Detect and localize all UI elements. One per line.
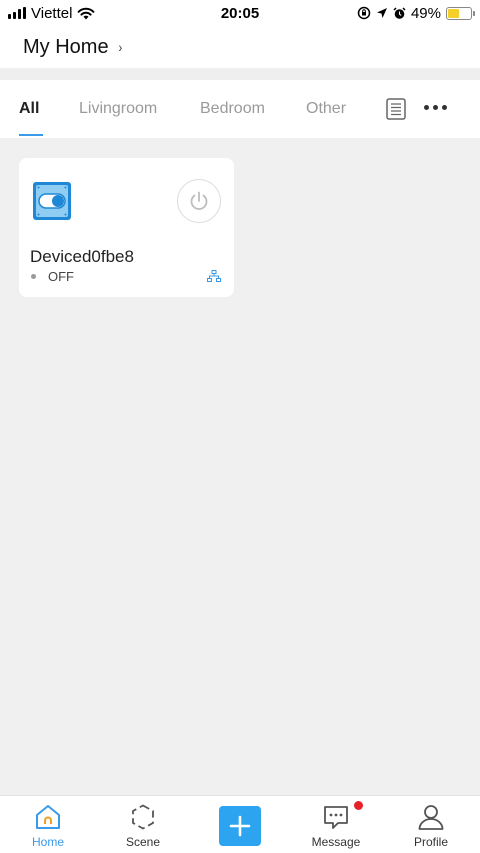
nav-profile-label: Profile bbox=[413, 835, 448, 849]
message-icon bbox=[324, 806, 348, 829]
nav-home-label: Home bbox=[31, 835, 64, 849]
home-header[interactable]: My Home › bbox=[0, 26, 480, 68]
bottom-nav: Home Scene Message Profile bbox=[0, 795, 480, 853]
tab-other[interactable]: Other bbox=[306, 80, 346, 138]
device-status: OFF bbox=[30, 269, 74, 284]
home-title: My Home bbox=[23, 35, 109, 58]
alarm-icon bbox=[393, 6, 406, 19]
signal-icon bbox=[8, 7, 26, 19]
chevron-right-icon: › bbox=[118, 39, 122, 55]
nav-scene-label: Scene bbox=[125, 835, 161, 849]
room-tabs: All Livingroom Bedroom Other bbox=[0, 80, 480, 138]
header-separator bbox=[0, 68, 480, 80]
tab-all[interactable]: All bbox=[19, 80, 45, 138]
battery-percent: 49% bbox=[410, 4, 441, 22]
status-right: 49% bbox=[357, 4, 475, 22]
nav-scene[interactable]: Scene bbox=[108, 796, 178, 853]
device-status-label: OFF bbox=[48, 269, 74, 284]
device-card[interactable]: Deviced0fbe8 OFF bbox=[19, 158, 234, 297]
tab-bedroom[interactable]: Bedroom bbox=[200, 80, 265, 138]
switch-device-icon bbox=[33, 182, 71, 220]
scene-icon bbox=[132, 804, 154, 830]
network-icon bbox=[207, 270, 221, 282]
add-device-button[interactable] bbox=[219, 806, 261, 846]
status-left: Viettel bbox=[8, 5, 95, 22]
battery-icon bbox=[446, 6, 475, 20]
message-badge bbox=[354, 801, 363, 810]
nav-message-label: Message bbox=[311, 835, 361, 849]
tab-livingroom[interactable]: Livingroom bbox=[79, 80, 157, 138]
power-button[interactable] bbox=[177, 179, 221, 223]
location-icon bbox=[376, 8, 387, 18]
nav-home[interactable]: Home bbox=[13, 796, 83, 853]
home-icon bbox=[36, 805, 60, 829]
plus-icon bbox=[229, 815, 251, 837]
device-name: Deviced0fbe8 bbox=[30, 247, 134, 266]
list-icon[interactable] bbox=[386, 98, 406, 120]
status-bar: Viettel 20:05 49% bbox=[0, 0, 480, 26]
carrier-label: Viettel bbox=[31, 4, 73, 22]
orientation-lock-icon bbox=[357, 6, 371, 20]
status-dot bbox=[31, 274, 36, 279]
wifi-icon bbox=[78, 7, 95, 19]
profile-icon bbox=[418, 805, 444, 830]
more-icon[interactable] bbox=[424, 105, 447, 110]
nav-profile[interactable]: Profile bbox=[396, 796, 466, 853]
power-icon bbox=[190, 191, 208, 210]
